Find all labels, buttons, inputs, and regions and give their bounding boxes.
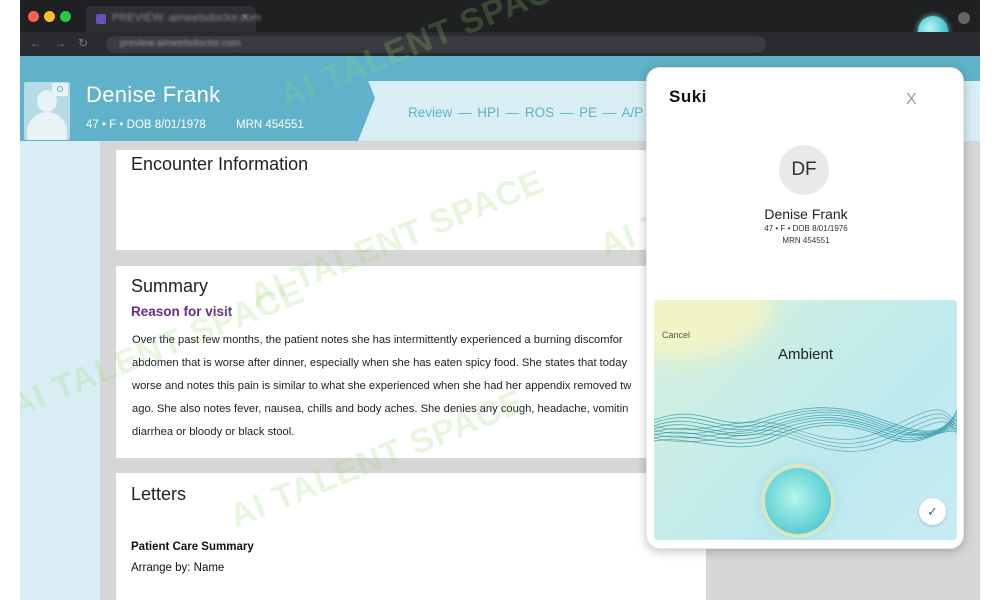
browser-toolbar: ← → ↻ preview.aimeetsdoctor.com [20,32,980,56]
patient-name: Denise Frank [86,82,221,107]
forward-icon[interactable]: → [54,36,66,50]
address-bar-url: preview.aimeetsdoctor.com [120,38,241,49]
patient-mrn: MRN 454551 [236,119,304,131]
summary-title: Summary [131,276,209,296]
record-orb-button[interactable] [765,468,831,534]
step-separator: — [505,105,520,120]
step-separator: — [559,105,574,120]
browser-tab-title: PREVIEW: aimeetsdoctor.com [112,12,261,24]
letters-card: Letters Patient Care Summary Arrange by:… [116,473,706,600]
suki-assistant-panel: Suki X DF Denise Frank 47 • F • DOB 8/01… [646,67,964,549]
summary-text[interactable]: Over the past few months, the patient no… [132,329,652,444]
letters-title: Letters [131,484,187,504]
encounter-title: Encounter Information [131,154,309,174]
ambient-mode-label: Ambient [777,346,834,363]
patient-initials: DF [791,159,817,180]
summary-line: worse and notes this pain is similar to … [132,380,632,392]
suki-patient-mrn: MRN 454551 [782,236,830,245]
step-pe[interactable]: PE [579,105,597,120]
window-close-dot[interactable] [28,11,39,22]
avatar-body [27,112,67,140]
left-sidebar [20,141,100,600]
ambient-recording-area: Cancel Ambient ✓ [654,300,957,540]
arrange-by-label[interactable]: Arrange by: Name [131,562,224,574]
step-ros[interactable]: ROS [525,105,554,120]
browser-tab-strip: PREVIEW: aimeetsdoctor.com × [20,0,980,46]
summary-line: Over the past few months, the patient no… [132,334,623,346]
audio-waveform [654,407,957,452]
step-separator: — [602,105,617,120]
encounter-card: Encounter Information [116,150,706,250]
checkmark-icon[interactable]: ✓ [919,498,946,525]
step-separator: — [458,105,472,120]
step-review[interactable]: Review [408,105,452,120]
step-ap[interactable]: A/P [621,105,643,120]
app-frame: PREVIEW: aimeetsdoctor.com × ← → ↻ previ… [20,0,980,600]
suki-logo: Suki [669,87,707,106]
window-maximize-dot[interactable] [60,11,71,22]
back-icon[interactable]: ← [30,36,42,50]
patient-demographics: 47 • F • DOB 8/01/1978 [86,119,206,131]
address-bar[interactable]: preview.aimeetsdoctor.com [106,36,766,53]
patient-care-summary-link[interactable]: Patient Care Summary [131,541,254,553]
summary-line: abdomen that is worse after dinner, espe… [132,357,628,369]
suki-patient-name: Denise Frank [764,206,848,222]
suki-patient-demographics: 47 • F • DOB 8/01/1976 [764,224,848,233]
window-minimize-dot[interactable] [44,11,55,22]
summary-line: diarrhea or bloody or black stool. [132,426,295,438]
reason-for-visit-label: Reason for visit [131,304,233,319]
browser-menu-icon[interactable] [958,12,970,24]
tab-close-icon[interactable]: × [242,11,248,23]
summary-card: Summary Reason for visit Over the past f… [116,266,706,458]
favicon-icon [96,14,106,24]
patient-initials-avatar: DF [779,145,829,195]
workflow-steps: Review — HPI — ROS — PE — A/P [408,105,645,120]
summary-line: ago. She also notes fever, nausea, chill… [132,403,629,415]
step-hpi[interactable]: HPI [477,105,500,120]
camera-lens [57,86,63,92]
reload-icon[interactable]: ↻ [78,36,88,50]
browser-tab[interactable]: PREVIEW: aimeetsdoctor.com × [86,6,261,32]
close-icon[interactable]: X [906,91,917,109]
cancel-button[interactable]: Cancel [662,330,690,340]
camera-icon[interactable] [52,83,68,96]
